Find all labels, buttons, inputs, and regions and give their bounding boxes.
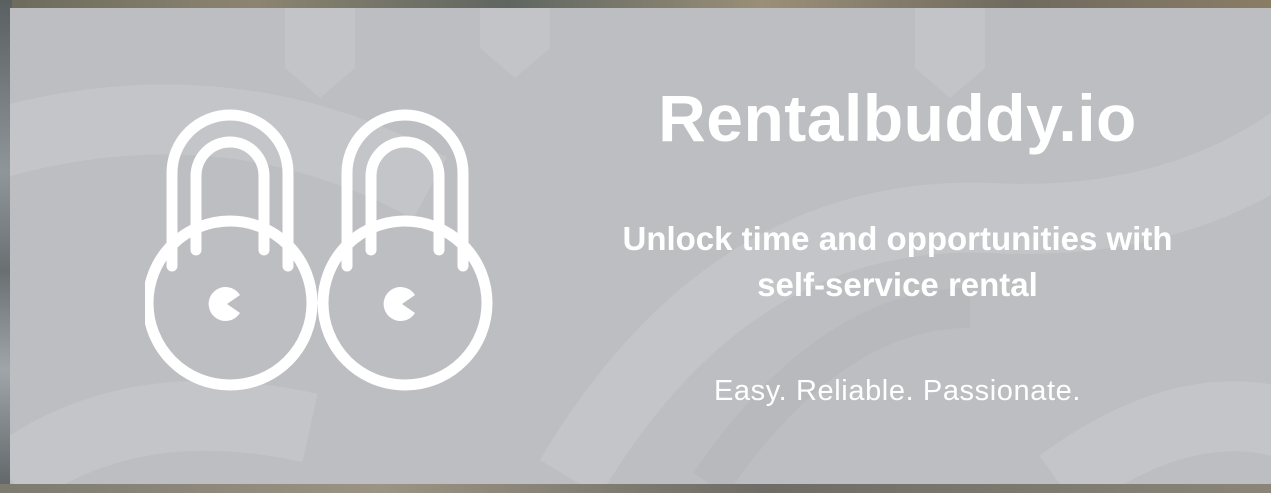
keyhole-icon [383,287,415,321]
padlock-icon [142,109,318,391]
tagline-line: Unlock time and opportunities with [622,220,1173,257]
hero-banner: Rentalbuddy.io Unlock time and opportuni… [0,0,1271,493]
banner-panel: Rentalbuddy.io Unlock time and opportuni… [10,8,1271,484]
background-photo-edge [0,484,1271,493]
tagline: Unlock time and opportunities with self-… [530,216,1265,308]
padlock-icon [317,109,493,391]
padlocks-illustration [142,108,505,393]
slogan: Easy. Reliable. Passionate. [713,375,1082,407]
tagline-line: self-service rental [757,266,1038,303]
keyhole-icon [208,287,240,321]
brand-title: Rentalbuddy.io [658,81,1137,155]
